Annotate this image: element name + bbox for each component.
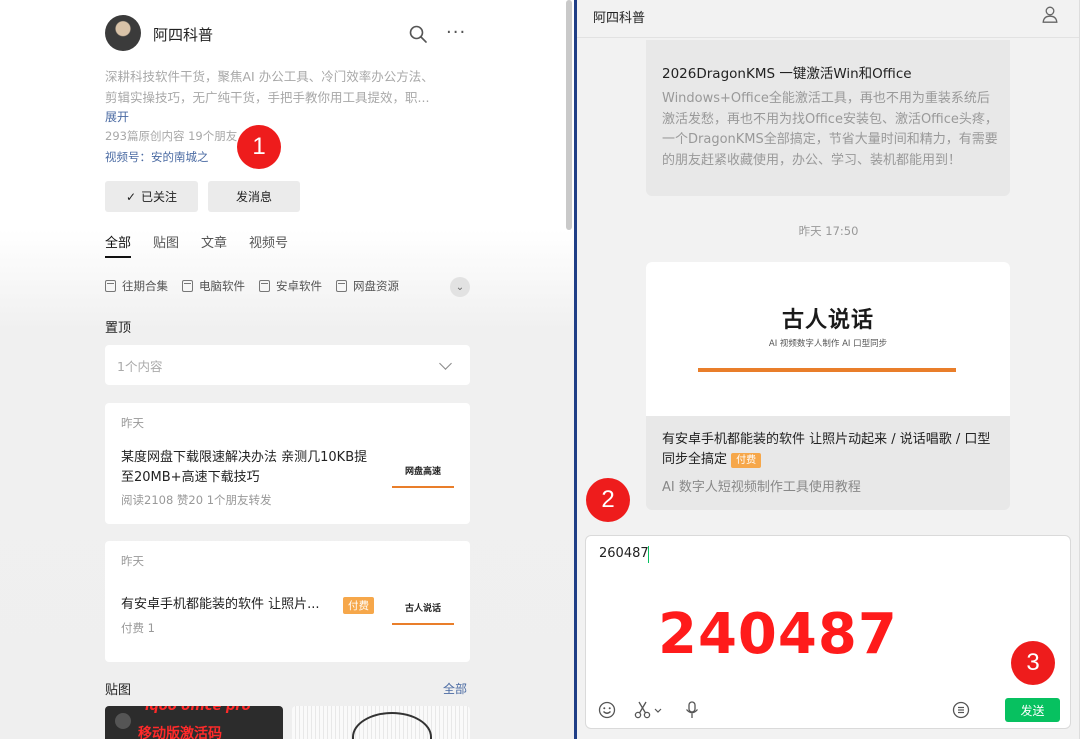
category-android-software[interactable]: 安卓软件	[259, 278, 322, 294]
activation-code-overlay: 240487	[658, 602, 898, 667]
tab-channels[interactable]: 视频号	[249, 232, 288, 258]
folder-icon	[105, 280, 116, 292]
pinned-section-title: 置顶	[105, 321, 132, 336]
message-description: AI 数字人短视频制作工具使用教程	[662, 480, 861, 495]
article-date: 昨天	[121, 416, 144, 430]
search-icon[interactable]	[408, 24, 428, 44]
content-tabs: 全部 贴图 文章 视频号	[105, 232, 310, 258]
category-label: 安卓软件	[276, 279, 322, 293]
left-pane-scrollbar[interactable]	[566, 0, 572, 230]
paid-badge: 付费	[731, 453, 762, 468]
chat-header: 阿四科普	[577, 0, 1080, 38]
article-date: 昨天	[121, 554, 144, 568]
message-title: 2026DragonKMS 一键激活Win和Office	[662, 66, 912, 82]
account-description-line1: 深耕科技软件干货，聚焦AI 办公工具、冷门效率办公方法、	[105, 69, 434, 84]
text-caret	[648, 546, 649, 563]
message-input-area[interactable]: 240487	[585, 535, 1071, 729]
message-description: Windows+Office全能激活工具，再也不用为重装系统后激活发愁，再也不用…	[662, 91, 998, 168]
following-button-label: 已关注	[141, 190, 178, 204]
send-button[interactable]: 发送	[1005, 698, 1060, 722]
post-thumbnail-text: iqoo office pro	[145, 706, 251, 714]
account-description-line2: 剪辑实操技巧，无广纯干货，手把手教你用工具提效，职...	[105, 90, 430, 105]
category-list: 往期合集 电脑软件 安卓软件 网盘资源	[105, 278, 413, 294]
article-cover: 古人说话 AI 视频数字人制作 AI 口型同步	[646, 262, 1010, 416]
category-past-collections[interactable]: 往期合集	[105, 278, 168, 294]
folder-icon	[259, 280, 270, 292]
microphone-icon[interactable]	[682, 700, 702, 720]
category-label: 往期合集	[122, 279, 168, 293]
account-avatar[interactable]	[105, 15, 141, 51]
account-stats: 293篇原创内容 19个朋友	[105, 129, 238, 143]
cover-subtitle: AI 视频数字人制作 AI 口型同步	[768, 339, 888, 349]
paid-badge: 付费	[343, 597, 374, 614]
folder-icon	[182, 280, 193, 292]
article-card[interactable]: 昨天 某度网盘下载限速解决办法 亲测几10KB提至20MB+高速下载技巧 阅读2…	[105, 403, 470, 524]
chat-timestamp: 昨天 17:50	[798, 224, 859, 238]
step-marker-3: 3	[1011, 641, 1055, 685]
official-account-profile-pane: 阿四科普 ··· 深耕科技软件干货，聚焦AI 办公工具、冷门效率办公方法、 剪辑…	[0, 0, 575, 739]
article-message[interactable]: 古人说话 AI 视频数字人制作 AI 口型同步 有安卓手机都能装的软件 让照片动…	[646, 262, 1010, 510]
post-thumbnail-text: 移动版激活码	[138, 726, 222, 739]
tab-articles[interactable]: 文章	[201, 232, 227, 258]
article-meta: 付费 1	[121, 621, 155, 635]
emoji-icon[interactable]	[597, 700, 617, 720]
folder-icon	[336, 280, 347, 292]
channel-link[interactable]: 视频号：安的南城之	[105, 149, 209, 165]
step-marker-1: 1	[237, 125, 281, 169]
thumbnail-title: 网盘高速	[404, 467, 441, 477]
post-thumbnail[interactable]: iqoo office pro 移动版激活码	[105, 706, 283, 739]
article-message[interactable]: 2026DragonKMS 一键激活Win和Office Windows+Off…	[646, 40, 1010, 196]
posts-see-all-link[interactable]: 全部	[443, 680, 467, 697]
category-cloud-resources[interactable]: 网盘资源	[336, 278, 399, 294]
tab-posts[interactable]: 贴图	[153, 232, 179, 258]
message-input[interactable]	[599, 546, 1039, 561]
step-marker-2: 2	[586, 478, 630, 522]
chat-history-icon[interactable]	[951, 700, 971, 720]
expand-description-link[interactable]: 展开	[105, 108, 129, 125]
chat-pane: 阿四科普 2026DragonKMS 一键激活Win和Office Window…	[577, 0, 1080, 739]
send-message-button[interactable]: 发消息	[208, 181, 300, 212]
article-card[interactable]: 昨天 有安卓手机都能装的软件 让照片... 付费 付费 1 古人说话	[105, 541, 470, 662]
category-label: 电脑软件	[199, 279, 245, 293]
article-thumbnail: 古人说话	[390, 593, 456, 633]
checkmark-icon: ✓	[125, 189, 137, 204]
article-title: 某度网盘下载限速解决办法 亲测几10KB提至20MB+高速下载技巧	[121, 450, 368, 485]
pinned-dropdown-value: 1个内容	[117, 358, 163, 374]
article-thumbnail: 网盘高速	[390, 456, 456, 496]
chat-title: 阿四科普	[593, 11, 646, 26]
more-options-icon[interactable]: ···	[446, 22, 466, 43]
thumbnail-title: 古人说话	[404, 604, 441, 614]
post-thumbnail[interactable]	[292, 706, 470, 739]
posts-section-title: 贴图	[105, 683, 132, 698]
chevron-down-icon	[439, 357, 452, 370]
screenshot-scissors-icon[interactable]	[632, 700, 666, 720]
article-title: 有安卓手机都能装的软件 让照片...	[121, 597, 320, 612]
category-pc-software[interactable]: 电脑软件	[182, 278, 245, 294]
account-name: 阿四科普	[153, 26, 214, 44]
tab-all[interactable]: 全部	[105, 232, 132, 258]
category-label: 网盘资源	[353, 279, 399, 293]
pinned-content-dropdown[interactable]: 1个内容	[105, 345, 470, 385]
message-title: 有安卓手机都能装的软件 让照片动起来 / 说话唱歌 / 口型同步全搞定 付费	[662, 432, 991, 468]
user-profile-icon[interactable]	[1042, 6, 1058, 23]
following-button[interactable]: ✓ 已关注	[105, 181, 198, 212]
article-meta: 阅读2108 赞20 1个朋友转发	[121, 493, 272, 507]
cover-title: 古人说话	[781, 307, 874, 333]
chevron-down-icon[interactable]: ⌄	[450, 277, 470, 297]
